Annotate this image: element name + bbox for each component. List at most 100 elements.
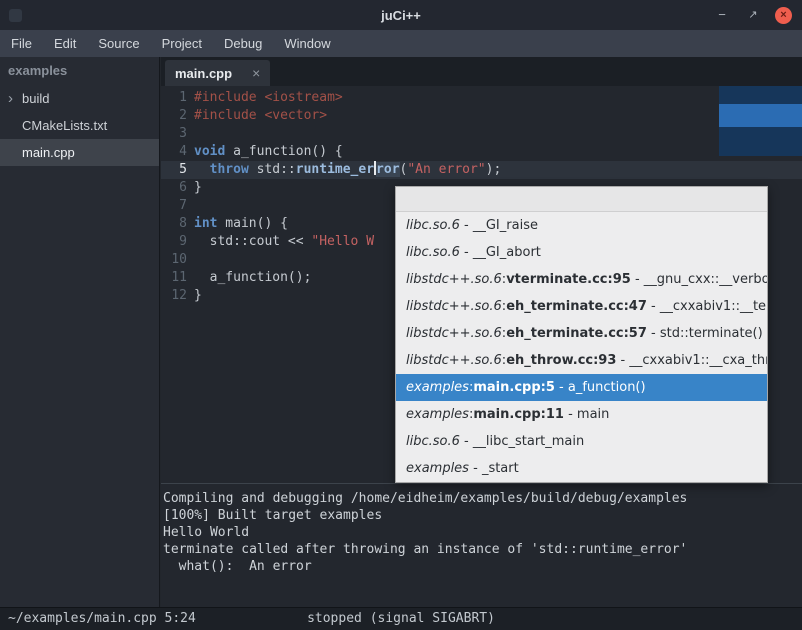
terminal-line: Compiling and debugging /home/eidheim/ex… [163, 490, 802, 507]
scroll-overview[interactable] [719, 86, 802, 156]
line-number: 6 [161, 179, 187, 197]
code-text: void a_function() { [187, 143, 343, 161]
backtrace-frame[interactable]: libc.so.6 - __GI_abort [396, 239, 767, 266]
titlebar: juCi++ − ↗ × [0, 0, 802, 30]
expander-icon[interactable]: › [8, 85, 22, 112]
frame-function: __gnu_cxx::__verbos [644, 272, 767, 287]
code-text [187, 197, 194, 215]
menu-window[interactable]: Window [273, 30, 341, 57]
minimize-icon[interactable]: − [713, 6, 731, 24]
frame-function: _start [482, 461, 519, 476]
menu-source[interactable]: Source [87, 30, 150, 57]
close-icon[interactable]: × [775, 7, 792, 24]
frame-module: libstdc++.so.6 [406, 353, 502, 368]
backtrace-frame[interactable]: libstdc++.so.6:eh_terminate.cc:47 - __cx… [396, 293, 767, 320]
frame-function: std::terminate() [660, 326, 763, 341]
line-number: 12 [161, 287, 187, 305]
code-text: throw std::runtime_error("An error"); [187, 161, 501, 179]
status-debug-state: stopped (signal SIGABRT) [0, 608, 802, 630]
app-icon [9, 9, 22, 22]
code-line-3[interactable]: 3 [161, 125, 802, 143]
line-number: 7 [161, 197, 187, 215]
tree-item-main-cpp[interactable]: main.cpp [0, 139, 159, 166]
frame-module: libc.so.6 [406, 434, 460, 449]
tree-item-cmakelists-txt[interactable]: CMakeLists.txt [0, 112, 159, 139]
menu-project[interactable]: Project [151, 30, 213, 57]
tree-item-label: main.cpp [22, 139, 75, 166]
menu-edit[interactable]: Edit [43, 30, 87, 57]
terminal-line: terminate called after throwing an insta… [163, 541, 802, 558]
frame-location: eh_terminate.cc:47 [506, 299, 647, 314]
code-line-5[interactable]: 5 throw std::runtime_error("An error"); [161, 161, 802, 179]
terminal-output: Compiling and debugging /home/eidheim/ex… [161, 483, 802, 607]
code-line-2[interactable]: 2#include <vector> [161, 107, 802, 125]
tabbar: main.cpp × [161, 57, 802, 86]
tree-item-label: build [22, 85, 49, 112]
line-number: 2 [161, 107, 187, 125]
window-controls: − ↗ × [713, 0, 792, 30]
popup-filter-entry[interactable] [396, 187, 767, 212]
frame-location: eh_throw.cc:93 [506, 353, 616, 368]
frame-module: examples [406, 407, 469, 422]
frame-function: __cxxabiv1::__cxa_thro [629, 353, 767, 368]
scroll-overview-highlight [719, 104, 802, 127]
frame-module: libstdc++.so.6 [406, 272, 502, 287]
tree-item-build[interactable]: ›build [0, 85, 159, 112]
frame-module: libstdc++.so.6 [406, 326, 502, 341]
backtrace-frame[interactable]: examples:main.cpp:5 - a_function() [396, 374, 767, 401]
backtrace-frame[interactable]: examples:main.cpp:11 - main [396, 401, 767, 428]
tab-close-icon[interactable]: × [252, 65, 260, 81]
code-text [187, 125, 194, 143]
code-text: #include <iostream> [187, 89, 343, 107]
line-number: 5 [161, 161, 187, 179]
terminal-line: what(): An error [163, 558, 802, 575]
tree-item-label: CMakeLists.txt [22, 112, 107, 139]
backtrace-popup: libc.so.6 - __GI_raiselibc.so.6 - __GI_a… [395, 186, 768, 483]
tab-label: main.cpp [175, 66, 232, 81]
backtrace-frame[interactable]: libstdc++.so.6:eh_terminate.cc:57 - std:… [396, 320, 767, 347]
menu-debug[interactable]: Debug [213, 30, 273, 57]
code-text: #include <vector> [187, 107, 327, 125]
backtrace-frame[interactable]: libstdc++.so.6:vterminate.cc:95 - __gnu_… [396, 266, 767, 293]
frame-module: libstdc++.so.6 [406, 299, 502, 314]
frame-function: __GI_abort [473, 245, 541, 260]
code-text: std::cout << "Hello W [187, 233, 374, 251]
frame-module: libc.so.6 [406, 218, 460, 233]
frame-module: examples [406, 380, 469, 395]
menu-file[interactable]: File [0, 30, 43, 57]
backtrace-list: libc.so.6 - __GI_raiselibc.so.6 - __GI_a… [396, 212, 767, 482]
line-number: 3 [161, 125, 187, 143]
line-number: 1 [161, 89, 187, 107]
line-number: 10 [161, 251, 187, 269]
frame-function: __libc_start_main [473, 434, 584, 449]
code-text: } [187, 179, 202, 197]
terminal-line: [100%] Built target examples [163, 507, 802, 524]
window-title: juCi++ [0, 8, 802, 23]
restore-icon[interactable]: ↗ [744, 6, 762, 24]
menubar: FileEditSourceProjectDebugWindow [0, 30, 802, 57]
code-line-4[interactable]: 4void a_function() { [161, 143, 802, 161]
frame-location: main.cpp:5 [473, 380, 555, 395]
file-tree-items: ›buildCMakeLists.txtmain.cpp [0, 85, 159, 166]
code-line-1[interactable]: 1#include <iostream> [161, 89, 802, 107]
backtrace-frame[interactable]: libc.so.6 - __libc_start_main [396, 428, 767, 455]
frame-location: main.cpp:11 [473, 407, 564, 422]
project-name: examples [0, 57, 159, 85]
frame-function: __GI_raise [473, 218, 538, 233]
code-text [187, 251, 194, 269]
frame-function: a_function() [568, 380, 646, 395]
backtrace-frame[interactable]: libc.so.6 - __GI_raise [396, 212, 767, 239]
frame-function: main [577, 407, 609, 422]
code-text: } [187, 287, 202, 305]
frame-module: examples [406, 461, 469, 476]
code-text: a_function(); [187, 269, 311, 287]
backtrace-frame[interactable]: libstdc++.so.6:eh_throw.cc:93 - __cxxabi… [396, 347, 767, 374]
line-number: 11 [161, 269, 187, 287]
file-tree: examples ›buildCMakeLists.txtmain.cpp [0, 57, 160, 607]
line-number: 4 [161, 143, 187, 161]
statusbar: ~/examples/main.cpp 5:24 stopped (signal… [0, 607, 802, 630]
frame-module: libc.so.6 [406, 245, 460, 260]
tab-main-cpp[interactable]: main.cpp × [165, 60, 270, 86]
backtrace-frame[interactable]: examples - _start [396, 455, 767, 482]
frame-location: vterminate.cc:95 [506, 272, 631, 287]
